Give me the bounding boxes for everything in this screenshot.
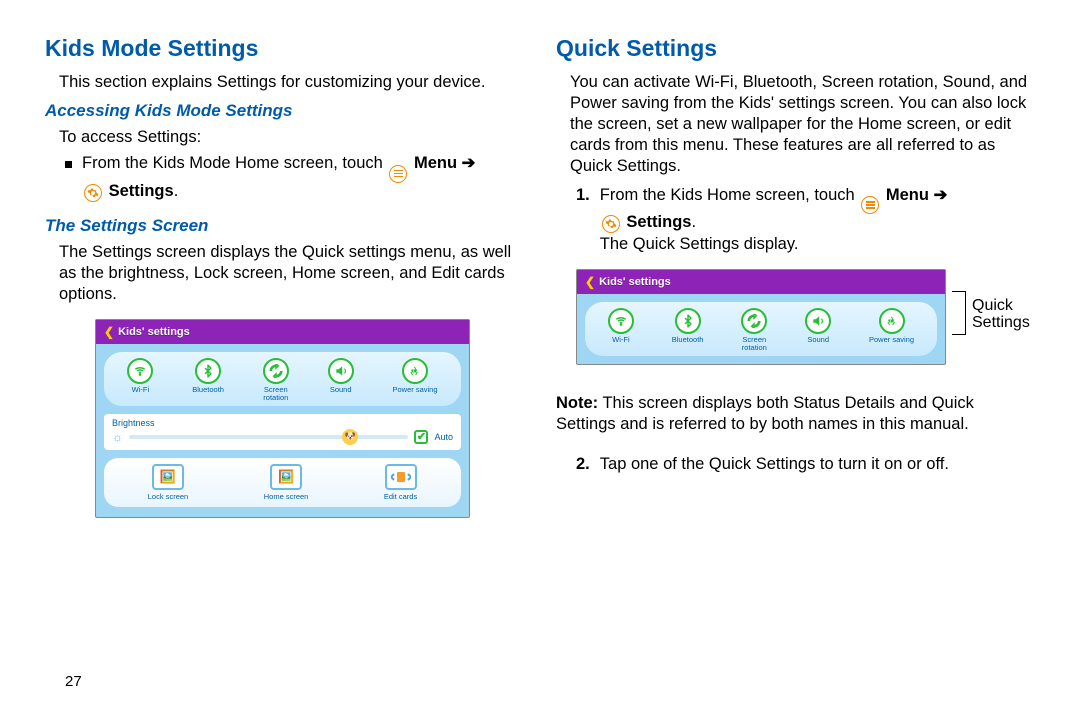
rotation-icon [263, 358, 289, 384]
menu-icon [861, 196, 879, 214]
qs-power: Power saving [393, 358, 438, 402]
subheading-settings-screen: The Settings Screen [45, 216, 524, 236]
recycle-icon [879, 308, 905, 334]
quick-settings-row: Wi-Fi Bluetooth Screenrotation Sound Pow… [104, 352, 461, 406]
arrow-icon: ➔ [934, 186, 948, 204]
qs-wifi-label: Wi-Fi [132, 386, 150, 394]
heading-kids-mode-settings: Kids Mode Settings [45, 35, 524, 62]
note-block: Note: This screen displays both Status D… [556, 393, 1035, 435]
qs-bluetooth-label: Bluetooth [192, 386, 224, 394]
bullet-pre-text: From the Kids Mode Home screen, touch [82, 154, 383, 172]
qs-rotation-label: Screenrotation [263, 386, 288, 402]
menu-word: Menu [886, 186, 929, 204]
recycle-icon [402, 358, 428, 384]
auto-label: Auto [434, 432, 453, 442]
settings-word: Settings [626, 213, 691, 231]
qs-bluetooth-label: Bluetooth [672, 336, 704, 344]
bullet-from-home: From the Kids Mode Home screen, touch Me… [65, 152, 524, 202]
settings-screenshot-full: ❮ Kids' settings Wi-Fi Bluetooth Screenr… [95, 319, 470, 518]
brightness-knob-icon: 🐶 [342, 429, 358, 445]
note-label: Note: [556, 394, 598, 412]
menu-word: Menu [414, 154, 457, 172]
screenshot-title: Kids' settings [118, 326, 190, 338]
intro-text: This section explains Settings for custo… [59, 72, 524, 93]
shortcut-edit: Edit cards [384, 464, 417, 501]
gear-icon [602, 215, 620, 233]
page-number: 27 [65, 673, 82, 690]
screenshot-title: Kids' settings [599, 276, 671, 288]
sound-icon [805, 308, 831, 334]
step-1-pre: From the Kids Home screen, touch [600, 186, 855, 204]
wifi-icon [127, 358, 153, 384]
subheading-accessing: Accessing Kids Mode Settings [45, 101, 524, 121]
gear-icon [84, 184, 102, 202]
bullet-icon [65, 161, 72, 168]
step-2: 2. Tap one of the Quick Settings to turn… [576, 453, 1035, 475]
step-2-number: 2. [576, 453, 590, 475]
qs-rotation: Screenrotation [263, 358, 289, 402]
shortcut-home-label: Home screen [264, 492, 309, 501]
screenshot-titlebar: ❮ Kids' settings [96, 320, 469, 344]
bluetooth-icon [675, 308, 701, 334]
quick-settings-row: Wi-Fi Bluetooth Screenrotation Sound Pow… [585, 302, 937, 356]
menu-icon [389, 165, 407, 183]
qs-sound-label: Sound [807, 336, 829, 344]
bluetooth-icon [195, 358, 221, 384]
qs-wifi-label: Wi-Fi [612, 336, 630, 344]
shortcut-lock-label: Lock screen [148, 492, 188, 501]
sound-icon [328, 358, 354, 384]
qs-wifi: Wi-Fi [127, 358, 153, 402]
arrow-icon: ➔ [462, 154, 476, 172]
auto-checkbox-icon: ✔ [414, 430, 428, 444]
wifi-icon [608, 308, 634, 334]
qs-bluetooth: Bluetooth [192, 358, 224, 402]
settings-desc: The Settings screen displays the Quick s… [59, 242, 524, 305]
back-chevron-icon: ❮ [104, 325, 114, 339]
lock-screen-icon: 🖼️ [152, 464, 184, 490]
back-chevron-icon: ❮ [585, 275, 595, 289]
qs-rotation-label: Screenrotation [742, 336, 767, 352]
note-text: This screen displays both Status Details… [556, 394, 974, 433]
access-line: To access Settings: [59, 127, 524, 148]
settings-word: Settings [109, 182, 174, 200]
brightness-title: Brightness [112, 418, 453, 428]
step-1: 1. From the Kids Home screen, touch Menu… [576, 184, 1035, 256]
brightness-slider: 🐶 [129, 435, 408, 439]
quick-settings-annotated-shot: ❮ Kids' settings Wi-Fi Bluetooth Screenr… [556, 263, 1035, 365]
rotation-icon [741, 308, 767, 334]
brightness-panel: Brightness ☼ 🐶 ✔ Auto [104, 414, 461, 450]
settings-screenshot-qsonly: ❮ Kids' settings Wi-Fi Bluetooth Screenr… [576, 269, 946, 365]
qs-power-label: Power saving [869, 336, 914, 344]
screenshot-titlebar: ❮ Kids' settings [577, 270, 945, 294]
quick-settings-intro: You can activate Wi-Fi, Bluetooth, Scree… [570, 72, 1035, 178]
annotation-label: QuickSettings [972, 297, 1030, 332]
step-2-text: Tap one of the Quick Settings to turn it… [600, 453, 949, 475]
shortcut-lock: 🖼️ Lock screen [148, 464, 188, 501]
brightness-sun-icon: ☼ [112, 430, 123, 444]
qs-power-label: Power saving [393, 386, 438, 394]
heading-quick-settings: Quick Settings [556, 35, 1035, 62]
qs-sound-label: Sound [330, 386, 352, 394]
edit-cards-icon [385, 464, 417, 490]
shortcuts-row: 🖼️ Lock screen 🖼️ Home screen Edit cards [104, 458, 461, 507]
step-1-post: The Quick Settings display. [600, 235, 799, 253]
annotation-bracket [952, 291, 966, 335]
qs-sound: Sound [328, 358, 354, 402]
shortcut-home: 🖼️ Home screen [264, 464, 309, 501]
shortcut-edit-label: Edit cards [384, 492, 417, 501]
home-screen-icon: 🖼️ [270, 464, 302, 490]
step-1-number: 1. [576, 184, 590, 206]
